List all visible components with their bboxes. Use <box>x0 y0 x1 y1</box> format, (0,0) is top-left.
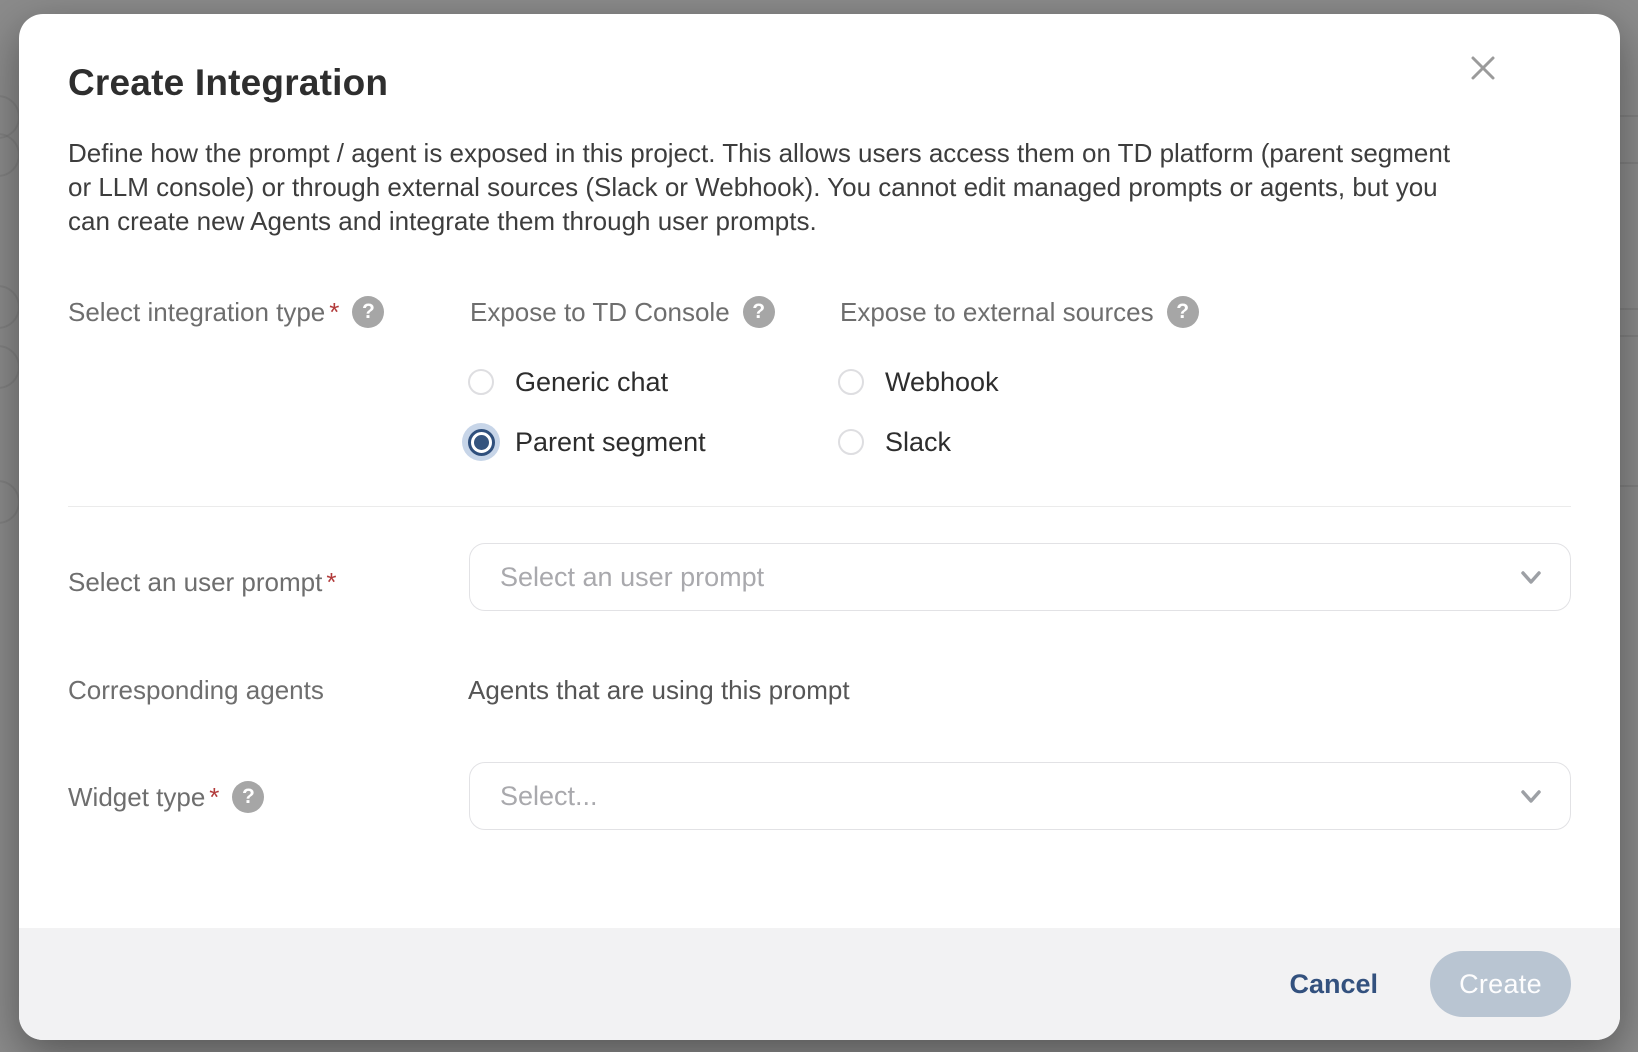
radio-webhook[interactable]: Webhook <box>832 363 999 401</box>
td-console-heading-text: Expose to TD Console <box>470 297 730 328</box>
backdrop-row-line <box>1620 335 1638 337</box>
cancel-button[interactable]: Cancel <box>1275 959 1392 1010</box>
integration-type-label: Select integration type* ? <box>68 295 384 329</box>
required-asterisk: * <box>329 297 339 328</box>
widget-type-label: Widget type* ? <box>68 780 264 814</box>
external-sources-group-heading: Expose to external sources ? <box>840 295 1199 329</box>
section-divider <box>68 506 1571 507</box>
external-sources-heading-text: Expose to external sources <box>840 297 1154 328</box>
radio-unselected-icon[interactable] <box>832 423 870 461</box>
td-console-group-heading: Expose to TD Console ? <box>470 295 775 329</box>
radio-unselected-icon[interactable] <box>832 363 870 401</box>
backdrop-row-line <box>1620 485 1638 487</box>
description-line: Define how the prompt / agent is exposed… <box>68 136 1450 170</box>
user-prompt-select[interactable]: Select an user prompt <box>469 543 1571 611</box>
backdrop-row-line <box>1620 308 1638 310</box>
close-icon <box>1468 53 1498 83</box>
td-console-help-icon[interactable]: ? <box>743 296 775 328</box>
radio-slack[interactable]: Slack <box>832 423 951 461</box>
description-line: or LLM console) or through external sour… <box>68 170 1450 204</box>
create-integration-dialog: Create Integration Define how the prompt… <box>19 14 1620 1040</box>
user-prompt-label-text: Select an user prompt <box>68 567 322 598</box>
external-sources-help-icon[interactable]: ? <box>1167 296 1199 328</box>
backdrop-card-edge <box>0 345 20 389</box>
integration-type-label-text: Select integration type <box>68 297 325 328</box>
radio-selected-icon[interactable] <box>462 423 500 461</box>
description-line: can create new Agents and integrate them… <box>68 204 1450 238</box>
create-button[interactable]: Create <box>1430 951 1571 1017</box>
widget-type-select[interactable]: Select... <box>469 762 1571 830</box>
widget-type-help-icon[interactable]: ? <box>232 781 264 813</box>
radio-parent-segment-label: Parent segment <box>515 427 706 458</box>
chevron-down-icon <box>1516 562 1546 592</box>
radio-slack-label: Slack <box>885 427 951 458</box>
required-asterisk: * <box>209 782 219 813</box>
widget-type-placeholder: Select... <box>500 781 1516 812</box>
close-button[interactable] <box>1461 46 1505 90</box>
radio-generic-chat[interactable]: Generic chat <box>462 363 668 401</box>
user-prompt-placeholder: Select an user prompt <box>500 562 1516 593</box>
dialog-title: Create Integration <box>68 62 388 104</box>
radio-webhook-label: Webhook <box>885 367 999 398</box>
corresponding-agents-label: Corresponding agents <box>68 673 324 707</box>
integration-type-help-icon[interactable]: ? <box>352 296 384 328</box>
corresponding-agents-label-text: Corresponding agents <box>68 675 324 706</box>
chevron-down-icon <box>1516 781 1546 811</box>
backdrop-card-edge <box>0 480 20 524</box>
required-asterisk: * <box>326 567 336 598</box>
corresponding-agents-value: Agents that are using this prompt <box>468 673 850 707</box>
backdrop-card-edge <box>0 95 20 139</box>
dialog-description: Define how the prompt / agent is exposed… <box>68 136 1450 238</box>
backdrop-card-edge <box>0 133 20 177</box>
radio-generic-chat-label: Generic chat <box>515 367 668 398</box>
user-prompt-label: Select an user prompt* <box>68 565 336 599</box>
widget-type-label-text: Widget type <box>68 782 205 813</box>
backdrop-row-line <box>1620 115 1638 117</box>
dialog-footer: Cancel Create <box>19 928 1620 1040</box>
backdrop-card-edge <box>0 285 20 329</box>
radio-unselected-icon[interactable] <box>462 363 500 401</box>
radio-parent-segment[interactable]: Parent segment <box>462 423 706 461</box>
backdrop-row-line <box>1620 162 1638 164</box>
